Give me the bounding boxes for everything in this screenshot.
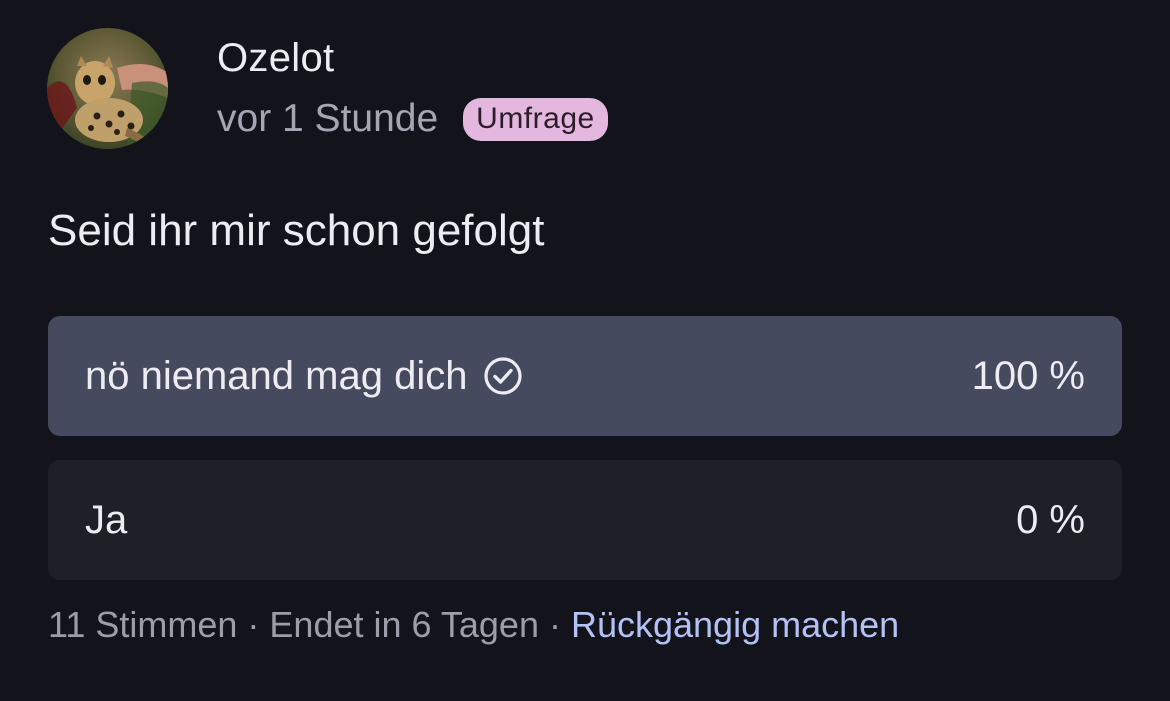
separator: · [237,604,270,645]
poll-option-percent: 100 % [971,353,1085,398]
poll-end-time: Endet in 6 Tagen [269,604,539,645]
undo-vote-link[interactable]: Rückgängig machen [571,604,899,645]
poll-option-label: Ja [85,497,128,542]
poll-badge: Umfrage [463,97,608,141]
poll-option-percent: 0 % [1016,497,1085,542]
post-meta: vor 1 Stunde Umfrage [217,94,608,144]
poll-option-1[interactable]: nö niemand mag dich 100 % [48,316,1122,436]
poll-option-label: nö niemand mag dich [85,353,468,398]
timestamp: vor 1 Stunde [217,97,439,140]
separator: · [538,604,571,645]
check-circle-icon [483,356,523,396]
avatar[interactable] [47,28,168,149]
author-name[interactable]: Ozelot [217,36,334,81]
poll-option-2[interactable]: Ja 0 % [48,460,1122,580]
poll-question: Seid ihr mir schon gefolgt [48,206,545,255]
avatar-image [47,28,168,149]
vote-count: 11 Stimmen [48,604,238,645]
poll-footer: 11 Stimmen · Endet in 6 Tagen · Rückgäng… [48,604,899,646]
